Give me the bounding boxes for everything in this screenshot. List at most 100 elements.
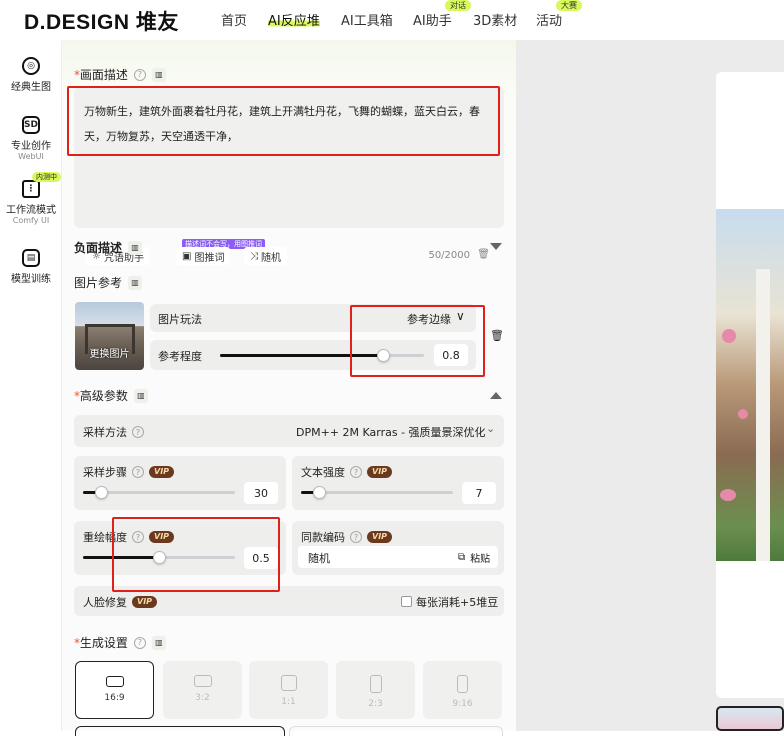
collapse-chevron-icon[interactable] xyxy=(490,392,502,399)
slider-thumb[interactable] xyxy=(153,551,166,564)
ratio-1-1[interactable]: 1:1 xyxy=(249,661,328,719)
nav-events[interactable]: 活动 大赛 xyxy=(536,0,582,29)
rail-classic[interactable]: ◎ 经典生图 xyxy=(0,57,62,93)
face-restore-row: 人脸修复 VIP 每张消耗+5堆豆 xyxy=(74,586,504,616)
steps-card: 采样步骤 ? VIP 30 xyxy=(74,456,286,510)
nav-3d-assets[interactable]: 3D素材 xyxy=(473,10,517,29)
image-ref-title: 图片参考 xyxy=(74,276,123,290)
paste-button[interactable]: ⧉ 粘贴 xyxy=(458,550,490,565)
delete-image-icon[interactable]: 🗑 xyxy=(490,329,504,342)
ratio-3-2[interactable]: 3:2 xyxy=(163,661,242,719)
ratio-16-9[interactable]: 16:9 xyxy=(75,661,154,719)
nav-home[interactable]: 首页 xyxy=(221,10,247,29)
nav-ai-reactor[interactable]: AI反应堆 xyxy=(268,10,320,29)
sampler-select[interactable]: 采样方法 ? DPM++ 2M Karras - 强质量景深优化 ⌄ xyxy=(74,415,504,447)
negative-section-title[interactable]: 负面描述 ▥ xyxy=(74,239,143,256)
steps-label-text: 采样步骤 xyxy=(83,466,127,479)
slider-thumb[interactable] xyxy=(377,349,390,362)
random-prompt-label: 随机 xyxy=(261,252,281,264)
seed-label-text: 同款编码 xyxy=(301,531,345,544)
clear-prompt-icon[interactable]: 🗑 xyxy=(477,249,490,260)
cfg-slider[interactable] xyxy=(301,486,453,499)
change-image-button[interactable]: 更换图片 xyxy=(75,345,144,360)
next-option-card[interactable] xyxy=(75,726,285,736)
ratio-label: 9:16 xyxy=(452,699,473,709)
ratio-label: 2:3 xyxy=(368,699,383,709)
nav-ai-assistant[interactable]: AI助手 对话 xyxy=(413,0,471,29)
rail-comfyui[interactable]: 内测中 ⋮ 工作流模式 Comfy UI xyxy=(0,172,62,225)
seed-label: 同款编码 ? VIP xyxy=(301,529,393,545)
cfg-value[interactable]: 7 xyxy=(462,482,496,504)
strength-value[interactable]: 0.8 xyxy=(434,344,468,366)
sd-icon: SD xyxy=(22,116,40,134)
sampler-value: DPM++ 2M Karras - 强质量景深优化 xyxy=(296,426,486,439)
slider-thumb[interactable] xyxy=(313,486,326,499)
strength-slider[interactable] xyxy=(220,349,424,362)
cfg-card: 文本强度 ? VIP 7 xyxy=(292,456,504,510)
sampler-label-text: 采样方法 xyxy=(83,426,127,439)
image-play-select[interactable]: 图片玩法 参考边缘 ∨ xyxy=(150,304,476,332)
img2prompt-label: 图推词 xyxy=(194,252,225,264)
guide-book-icon[interactable]: ▥ xyxy=(128,275,143,290)
brand-logo[interactable]: D.DESIGN 堆友 xyxy=(24,6,179,36)
help-icon[interactable]: ? xyxy=(350,466,362,478)
rail-badge-beta: 内测中 xyxy=(32,172,61,182)
ratio-9-16[interactable]: 9:16 xyxy=(423,661,502,719)
model-icon: ▤ xyxy=(22,249,40,267)
strength-row: 参考程度 0.8 xyxy=(150,340,476,370)
workflow-icon: ⋮ xyxy=(22,180,40,198)
seed-card: 同款编码 ? VIP 随机 ⧉ 粘贴 xyxy=(292,521,504,575)
face-restore-checkbox[interactable] xyxy=(401,596,412,607)
rail-classic-label: 经典生图 xyxy=(11,82,51,93)
advanced-section-title[interactable]: * 高级参数 ▥ xyxy=(74,387,148,404)
rail-comfyui-label: 工作流模式 xyxy=(6,205,56,216)
mode-sidebar: ◎ 经典生图 SD 专业创作 WebUI 内测中 ⋮ 工作流模式 Comfy U… xyxy=(0,40,62,731)
seed-input[interactable]: 随机 ⧉ 粘贴 xyxy=(298,546,498,568)
prompt-text[interactable]: 万物新生，建筑外面裹着牡丹花，建筑上开满牡丹花，飞舞的蝴蝶，蓝天白云，春天，万物… xyxy=(84,99,492,149)
preview-image[interactable] xyxy=(716,209,784,561)
help-icon[interactable]: ? xyxy=(133,68,146,81)
nav-ai-toolbox[interactable]: AI工具箱 xyxy=(341,10,393,29)
next-option-card[interactable] xyxy=(289,726,503,736)
help-icon[interactable]: ? xyxy=(133,636,146,649)
steps-slider[interactable] xyxy=(83,486,235,499)
image-icon: ▣ xyxy=(182,250,192,262)
flower-shape xyxy=(738,409,748,419)
help-icon[interactable]: ? xyxy=(350,531,362,543)
char-counter: 50/2000 xyxy=(428,250,470,261)
vip-badge: VIP xyxy=(149,531,175,543)
negative-title: 负面描述 xyxy=(74,241,123,255)
rail-webui[interactable]: SD 专业创作 WebUI xyxy=(0,116,62,161)
expand-chevron-icon[interactable] xyxy=(490,243,502,250)
ratio-shape xyxy=(280,675,297,691)
image-play-value: 参考边缘 xyxy=(407,313,451,326)
guide-book-icon[interactable]: ▥ xyxy=(151,635,166,650)
prompt-input[interactable]: 万物新生，建筑外面裹着牡丹花，建筑上开满牡丹花，飞舞的蝴蝶，蓝天白云，春天，万物… xyxy=(74,87,504,265)
img2prompt-button[interactable]: ▣ 图推词 xyxy=(176,247,231,265)
steps-label: 采样步骤 ? VIP xyxy=(83,464,175,480)
guide-book-icon[interactable]: ▥ xyxy=(151,67,166,82)
rail-webui-sub: WebUI xyxy=(18,152,44,161)
top-nav: D.DESIGN 堆友 首页 AI反应堆 AI工具箱 AI助手 对话 3D素材 … xyxy=(0,0,784,40)
guide-book-icon[interactable]: ▥ xyxy=(128,240,143,255)
reference-image[interactable]: 更换图片 xyxy=(75,302,144,370)
help-icon[interactable]: ? xyxy=(132,531,144,543)
help-icon[interactable]: ? xyxy=(132,426,144,438)
denoise-value[interactable]: 0.5 xyxy=(244,547,278,569)
rail-training[interactable]: ▤ 模型训练 xyxy=(0,249,62,285)
chevron-down-icon: ⌄ xyxy=(486,422,496,435)
rail-webui-label: 专业创作 xyxy=(11,141,51,152)
help-icon[interactable]: ? xyxy=(132,466,144,478)
slider-thumb[interactable] xyxy=(95,486,108,499)
flower-shape xyxy=(722,329,736,343)
settings-panel: * 画面描述 ? ▥ 万物新生，建筑外面裹着牡丹花，建筑上开满牡丹花，飞舞的蝴蝶… xyxy=(62,40,516,736)
paste-label: 粘贴 xyxy=(470,554,491,565)
denoise-slider[interactable] xyxy=(83,551,235,564)
steps-value[interactable]: 30 xyxy=(244,482,278,504)
result-thumbnail[interactable] xyxy=(716,706,784,731)
guide-book-icon[interactable]: ▥ xyxy=(133,388,148,403)
nav-events-label: 活动 xyxy=(536,14,563,29)
ratio-2-3[interactable]: 2:3 xyxy=(336,661,415,719)
palette-icon: ◎ xyxy=(22,57,40,75)
random-prompt-button[interactable]: ⤨ 随机 xyxy=(244,247,287,265)
